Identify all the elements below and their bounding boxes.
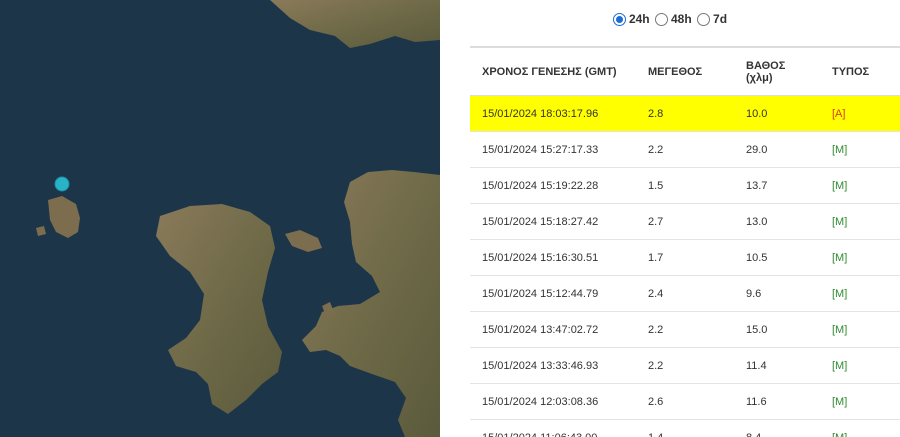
cell-time: 15/01/2024 11:06:43.00 — [470, 419, 636, 437]
cell-magnitude: 1.7 — [636, 239, 734, 276]
cell-type: [M] — [820, 347, 900, 384]
cell-depth: 10.0 — [734, 95, 820, 132]
cell-type: [M] — [820, 239, 900, 276]
cell-type: [A] — [820, 95, 900, 132]
earthquake-table: ΧΡΟΝΟΣ ΓΕΝΕΣΗΣ (GMT) ΜΕΓΕΘΟΣ ΒΑΘΟΣ (χλμ)… — [470, 48, 900, 437]
cell-time: 15/01/2024 15:16:30.51 — [470, 239, 636, 276]
cell-time: 15/01/2024 15:27:17.33 — [470, 131, 636, 168]
cell-type: [M] — [820, 203, 900, 240]
table-row[interactable]: 15/01/2024 18:03:17.96 2.8 10.0 [A] — [470, 95, 900, 132]
cell-depth: 13.7 — [734, 167, 820, 204]
table-row[interactable]: 15/01/2024 15:19:22.28 1.5 13.7 [M] — [470, 167, 900, 204]
filter-label: 24h — [628, 12, 650, 26]
cell-time: 15/01/2024 15:12:44.79 — [470, 275, 636, 312]
filter-7d[interactable]: 7d — [697, 12, 727, 26]
table-row[interactable]: 15/01/2024 11:06:43.00 1.4 8.4 [M] — [470, 419, 900, 437]
cell-type: [M] — [820, 167, 900, 204]
radio-unchecked-icon — [654, 12, 668, 26]
cell-time: 15/01/2024 15:19:22.28 — [470, 167, 636, 204]
results-panel: 24h 48h 7d ΧΡΟΝΟΣ ΓΕΝΕΣΗΣ (GMT) ΜΕΓΕΘΟΣ … — [440, 0, 900, 437]
cell-time: 15/01/2024 13:47:02.72 — [470, 311, 636, 348]
cell-depth: 10.5 — [734, 239, 820, 276]
cell-depth: 13.0 — [734, 203, 820, 240]
earthquake-marker[interactable] — [54, 176, 70, 192]
time-filter: 24h 48h 7d — [440, 12, 900, 29]
cell-time: 15/01/2024 12:03:08.36 — [470, 383, 636, 420]
satellite-map — [0, 0, 440, 437]
cell-time: 15/01/2024 18:03:17.96 — [470, 95, 636, 132]
header-type[interactable]: ΤΥΠΟΣ — [820, 48, 900, 96]
cell-magnitude: 2.2 — [636, 131, 734, 168]
cell-magnitude: 2.8 — [636, 95, 734, 132]
table-header-row: ΧΡΟΝΟΣ ΓΕΝΕΣΗΣ (GMT) ΜΕΓΕΘΟΣ ΒΑΘΟΣ (χλμ)… — [470, 48, 900, 96]
cell-time: 15/01/2024 15:18:27.42 — [470, 203, 636, 240]
table-row[interactable]: 15/01/2024 13:47:02.72 2.2 15.0 [M] — [470, 311, 900, 348]
header-magnitude[interactable]: ΜΕΓΕΘΟΣ — [636, 48, 734, 96]
cell-type: [M] — [820, 131, 900, 168]
table-row[interactable]: 15/01/2024 12:03:08.36 2.6 11.6 [M] — [470, 383, 900, 420]
header-time[interactable]: ΧΡΟΝΟΣ ΓΕΝΕΣΗΣ (GMT) — [470, 48, 636, 96]
header-depth-line2: (χλμ) — [746, 71, 773, 84]
header-depth-line1: ΒΑΘΟΣ — [746, 59, 786, 72]
cell-depth: 8.4 — [734, 419, 820, 437]
table-row[interactable]: 15/01/2024 13:33:46.93 2.2 11.4 [M] — [470, 347, 900, 384]
cell-depth: 9.6 — [734, 275, 820, 312]
radio-unchecked-icon — [697, 12, 711, 26]
filter-label: 7d — [713, 12, 728, 26]
table-row[interactable]: 15/01/2024 15:16:30.51 1.7 10.5 [M] — [470, 239, 900, 276]
cell-magnitude: 2.4 — [636, 275, 734, 312]
cell-depth: 29.0 — [734, 131, 820, 168]
cell-type: [M] — [820, 275, 900, 312]
map-view[interactable] — [0, 0, 440, 437]
header-depth[interactable]: ΒΑΘΟΣ (χλμ) — [734, 48, 820, 96]
filter-label: 48h — [670, 12, 692, 26]
cell-type: [M] — [820, 383, 900, 420]
cell-magnitude: 1.4 — [636, 419, 734, 437]
filter-48h[interactable]: 48h — [654, 12, 692, 26]
radio-checked-icon — [612, 12, 626, 26]
table-row[interactable]: 15/01/2024 15:12:44.79 2.4 9.6 [M] — [470, 275, 900, 312]
cell-magnitude: 2.7 — [636, 203, 734, 240]
cell-depth: 11.4 — [734, 347, 820, 384]
cell-magnitude: 1.5 — [636, 167, 734, 204]
cell-magnitude: 2.2 — [636, 347, 734, 384]
cell-magnitude: 2.2 — [636, 311, 734, 348]
table-row[interactable]: 15/01/2024 15:27:17.33 2.2 29.0 [M] — [470, 131, 900, 168]
cell-depth: 15.0 — [734, 311, 820, 348]
filter-24h[interactable]: 24h — [612, 12, 650, 26]
cell-time: 15/01/2024 13:33:46.93 — [470, 347, 636, 384]
cell-depth: 11.6 — [734, 383, 820, 420]
cell-type: [M] — [820, 311, 900, 348]
table-row[interactable]: 15/01/2024 15:18:27.42 2.7 13.0 [M] — [470, 203, 900, 240]
cell-type: [M] — [820, 419, 900, 437]
cell-magnitude: 2.6 — [636, 383, 734, 420]
